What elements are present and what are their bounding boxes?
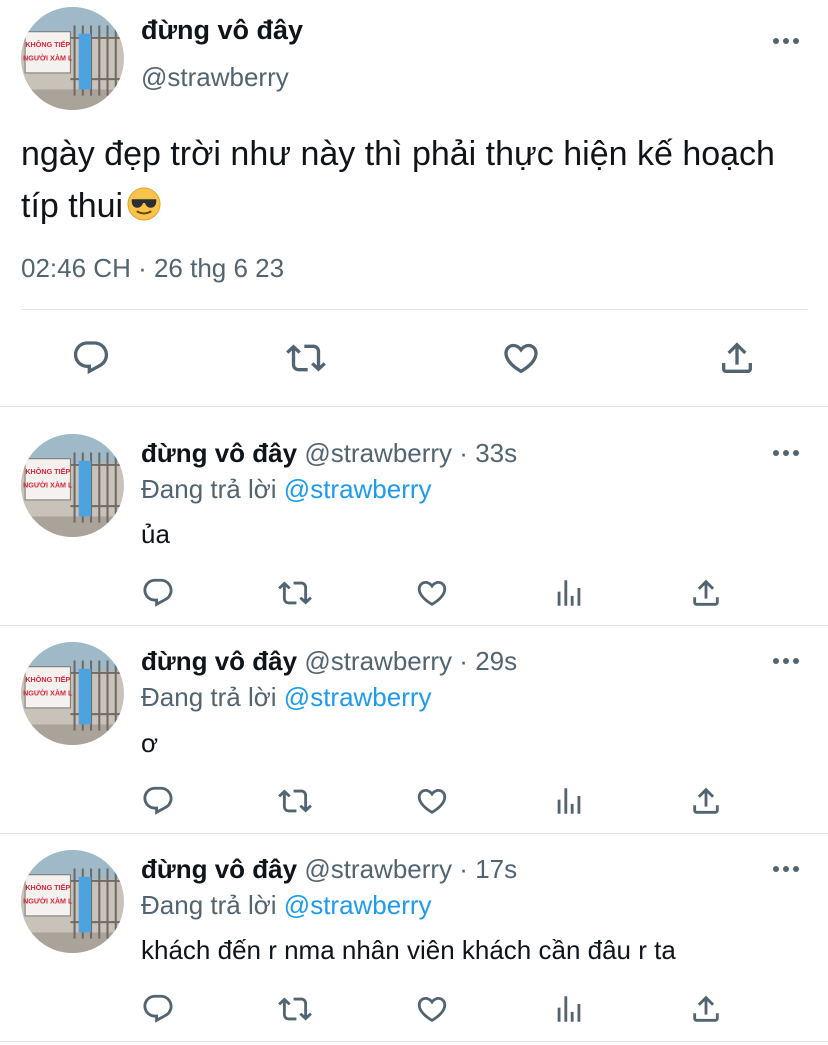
reply-button[interactable] <box>141 576 175 610</box>
share-button[interactable] <box>717 338 757 378</box>
handle[interactable]: @strawberry <box>304 646 452 676</box>
share-icon <box>689 576 723 610</box>
replying-to-handle[interactable]: @strawberry <box>284 890 432 920</box>
like-button[interactable] <box>415 992 449 1026</box>
views-button[interactable] <box>552 784 586 818</box>
reply-button[interactable] <box>141 784 175 818</box>
retweet-icon <box>278 576 312 610</box>
smiling-face-with-sunglasses-icon <box>127 187 161 221</box>
tweet-age[interactable]: 17s <box>475 854 517 884</box>
display-name[interactable]: đừng vô đây <box>141 438 297 468</box>
tweet-text: ngày đẹp trời như này thì phải thực hiện… <box>21 128 781 232</box>
share-button[interactable] <box>689 992 723 1026</box>
share-button[interactable] <box>689 576 723 610</box>
separator <box>0 1041 828 1042</box>
handle[interactable]: @strawberry <box>141 62 289 93</box>
reply-header: đừng vô đây @strawberry · 17s <box>141 854 517 885</box>
views-button[interactable] <box>552 992 586 1026</box>
avatar-image: KHÔNG TIẾP NGƯỜI XÀM L <box>21 434 124 537</box>
separator <box>0 406 828 407</box>
replying-to: Đang trả lời @strawberry <box>141 682 432 713</box>
replying-to: Đang trả lời @strawberry <box>141 474 432 505</box>
dot-separator: · <box>459 438 468 468</box>
more-icon <box>772 447 800 459</box>
reply-icon <box>141 576 175 610</box>
retweet-button[interactable] <box>278 576 312 610</box>
divider <box>21 309 808 310</box>
replying-to-prefix: Đang trả lời <box>141 682 277 712</box>
tweet-age[interactable]: 33s <box>475 438 517 468</box>
more-button[interactable] <box>772 447 800 459</box>
avatar-sign-line-1: KHÔNG TIẾP <box>25 882 70 892</box>
retweet-icon <box>278 992 312 1026</box>
avatar[interactable]: KHÔNG TIẾP NGƯỜI XÀM L <box>21 434 124 537</box>
replying-to-prefix: Đang trả lời <box>141 890 277 920</box>
avatar-sign-line-1: KHÔNG TIẾP <box>25 39 70 49</box>
replying-to-handle[interactable]: @strawberry <box>284 474 432 504</box>
avatar-image: KHÔNG TIẾP NGƯỜI XÀM L <box>21 850 124 953</box>
more-icon <box>772 35 800 47</box>
like-button[interactable] <box>415 576 449 610</box>
like-button[interactable] <box>415 784 449 818</box>
avatar[interactable]: KHÔNG TIẾP NGƯỜI XÀM L <box>21 7 124 110</box>
share-button[interactable] <box>689 784 723 818</box>
more-button[interactable] <box>772 35 800 47</box>
tweet-age[interactable]: 29s <box>475 646 517 676</box>
retweet-button[interactable] <box>278 784 312 818</box>
handle[interactable]: @strawberry <box>304 854 452 884</box>
avatar-sign-line-2: NGƯỜI XÀM L <box>23 897 73 906</box>
reply-text: ơ <box>141 728 159 758</box>
like-icon <box>415 576 449 610</box>
reply-icon <box>141 992 175 1026</box>
retweet-button[interactable] <box>278 992 312 1026</box>
separator <box>0 625 828 626</box>
reply-button[interactable] <box>71 338 111 378</box>
avatar[interactable]: KHÔNG TIẾP NGƯỜI XÀM L <box>21 642 124 745</box>
like-icon <box>415 784 449 818</box>
views-icon <box>552 576 586 610</box>
share-icon <box>689 784 723 818</box>
more-button[interactable] <box>772 655 800 667</box>
more-icon <box>772 655 800 667</box>
avatar-sign-line-1: KHÔNG TIẾP <box>25 466 70 476</box>
views-icon <box>552 784 586 818</box>
avatar[interactable]: KHÔNG TIẾP NGƯỜI XÀM L <box>21 850 124 953</box>
like-button[interactable] <box>501 338 541 378</box>
avatar-sign-line-2: NGƯỜI XÀM L <box>23 689 73 698</box>
dot-separator: · <box>459 646 468 676</box>
views-button[interactable] <box>552 576 586 610</box>
display-name[interactable]: đừng vô đây <box>141 646 297 676</box>
avatar-sign-line-2: NGƯỜI XÀM L <box>23 481 73 490</box>
retweet-icon <box>278 784 312 818</box>
avatar-image: KHÔNG TIẾP NGƯỜI XÀM L <box>21 642 124 745</box>
replying-to: Đang trả lời @strawberry <box>141 890 432 921</box>
retweet-button[interactable] <box>286 338 326 378</box>
dot-separator: · <box>459 854 468 884</box>
display-name[interactable]: đừng vô đây <box>141 15 303 46</box>
reply-header: đừng vô đây @strawberry · 29s <box>141 646 517 677</box>
reply-icon <box>71 338 111 378</box>
replying-to-handle[interactable]: @strawberry <box>284 682 432 712</box>
avatar-sign-line-1: KHÔNG TIẾP <box>25 674 70 684</box>
tweet-timestamp[interactable]: 02:46 CH · 26 thg 6 23 <box>21 253 284 284</box>
handle[interactable]: @strawberry <box>304 438 452 468</box>
more-icon <box>772 863 800 875</box>
reply-text: khách đến r nma nhân viên khách cần đâu … <box>141 935 676 965</box>
reply-text: ủa <box>141 519 170 549</box>
retweet-icon <box>286 338 326 378</box>
like-icon <box>501 338 541 378</box>
reply-button[interactable] <box>141 992 175 1026</box>
like-icon <box>415 992 449 1026</box>
views-icon <box>552 992 586 1026</box>
avatar-sign-line-2: NGƯỜI XÀM L <box>23 54 73 63</box>
replying-to-prefix: Đang trả lời <box>141 474 277 504</box>
avatar-image: KHÔNG TIẾP NGƯỜI XÀM L <box>21 7 124 110</box>
separator <box>0 833 828 834</box>
reply-header: đừng vô đây @strawberry · 33s <box>141 438 517 469</box>
share-icon <box>689 992 723 1026</box>
reply-icon <box>141 784 175 818</box>
more-button[interactable] <box>772 863 800 875</box>
display-name[interactable]: đừng vô đây <box>141 854 297 884</box>
share-icon <box>717 338 757 378</box>
